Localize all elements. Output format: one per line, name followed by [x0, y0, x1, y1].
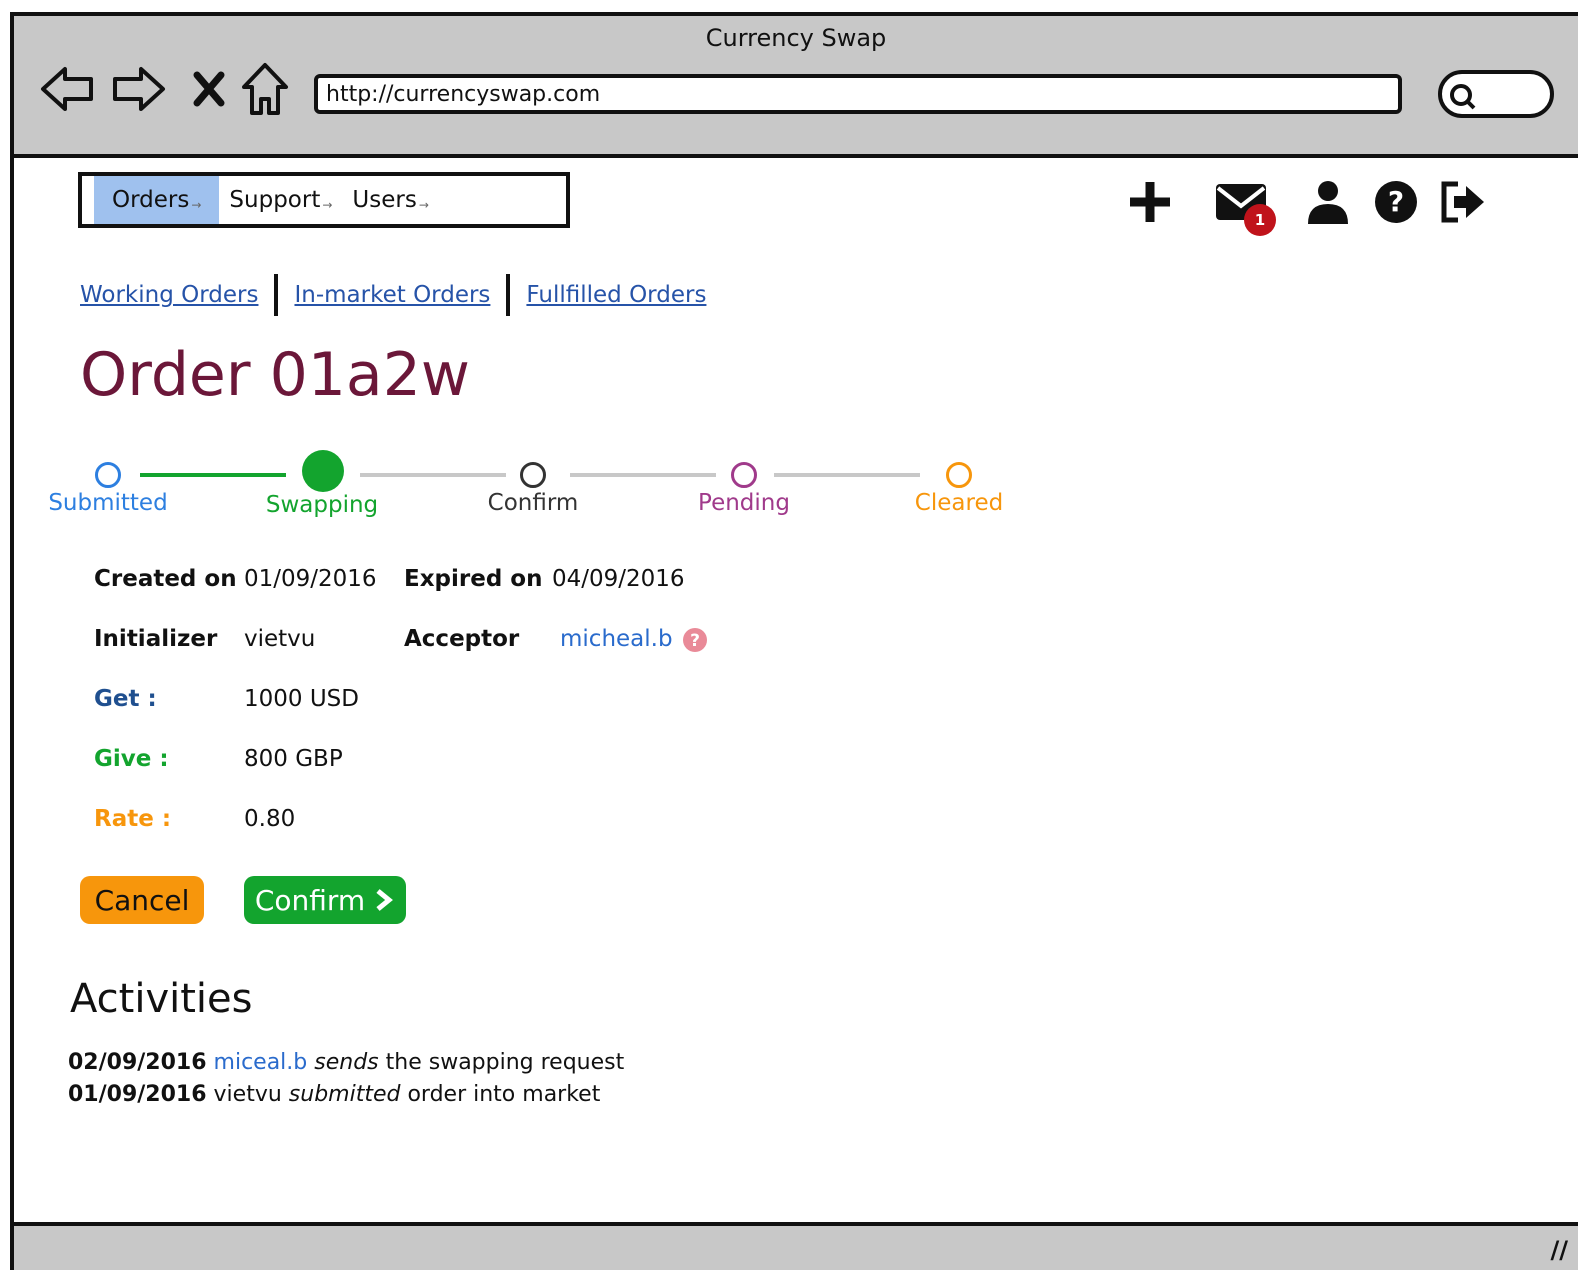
address-bar[interactable]: http://currencyswap.com [314, 74, 1402, 114]
search-icon [1450, 84, 1476, 110]
activity-item: 02/09/2016 miceal.b sends the swapping r… [68, 1050, 624, 1075]
home-icon [242, 63, 288, 115]
step-swapping-label: Swapping [265, 492, 379, 518]
window-title: Currency Swap [705, 24, 887, 52]
give-value: 800 GBP [244, 746, 343, 772]
help-icon: ? [1375, 181, 1417, 223]
tab-orders[interactable]: Orders → [94, 176, 220, 224]
question-icon: ? [682, 627, 707, 652]
expired-value: 04/09/2016 [552, 566, 685, 592]
help-button[interactable]: ? [1372, 178, 1424, 230]
step-cleared-label: Cleared [914, 490, 1004, 516]
main-nav: Orders → Support → Users → [78, 172, 570, 228]
status-bar: // [14, 1222, 1578, 1270]
working-orders-link[interactable]: Working Orders [80, 282, 258, 308]
user-icon [1308, 181, 1348, 224]
plus-icon [1130, 182, 1170, 222]
resize-grip-icon[interactable]: // [1550, 1236, 1568, 1264]
tab-users[interactable]: Users → [342, 176, 438, 224]
separator [506, 274, 511, 316]
search-field[interactable] [1438, 70, 1554, 118]
step-submitted-label: Submitted [48, 490, 168, 516]
cancel-button[interactable]: Cancel [80, 876, 204, 924]
activity-text: the swapping request [385, 1050, 625, 1075]
logout-button[interactable] [1438, 178, 1490, 230]
step-cleared-dot [946, 462, 972, 488]
step-submitted-dot [95, 462, 121, 488]
profile-button[interactable] [1306, 178, 1358, 230]
step-confirm-dot [520, 462, 546, 488]
fulfilled-orders-link[interactable]: Fullfilled Orders [526, 282, 706, 308]
tab-label: Orders [112, 187, 190, 213]
browser-chrome: Currency Swap http://currencyswap.com [14, 16, 1578, 158]
expired-label: Expired on [404, 566, 543, 592]
created-value: 01/09/2016 [244, 566, 377, 592]
acceptor-label: Acceptor [404, 626, 520, 652]
created-label: Created on [94, 566, 237, 592]
activity-user: vietvu [213, 1082, 282, 1107]
tab-support[interactable]: Support → [219, 176, 342, 224]
progress-line [360, 473, 506, 477]
step-pending-label: Pending [698, 490, 790, 516]
activity-user-link[interactable]: miceal.b [214, 1050, 308, 1075]
step-swapping-dot [302, 450, 344, 492]
progress-line [140, 473, 286, 477]
svg-text:?: ? [1388, 185, 1404, 218]
acceptor-value: micheal.b [560, 626, 673, 652]
activity-item: 01/09/2016 vietvu submitted order into m… [68, 1082, 600, 1107]
initializer-label: Initializer [94, 626, 218, 652]
back-arrow-icon [41, 67, 93, 111]
confirm-button[interactable]: Confirm [244, 876, 406, 924]
back-button[interactable] [38, 60, 96, 118]
progress-line [570, 473, 716, 477]
activity-date: 01/09/2016 [68, 1082, 207, 1107]
activity-date: 02/09/2016 [68, 1050, 207, 1075]
rate-value: 0.80 [244, 806, 296, 832]
page-title: Order 01a2w [80, 340, 470, 410]
tab-label: Support [229, 187, 321, 213]
activity-text: order into market [407, 1082, 601, 1107]
forward-button[interactable] [110, 60, 168, 118]
browser-window: Currency Swap http://currencyswap.com Or… [10, 12, 1578, 1270]
initializer-value: vietvu [244, 626, 316, 652]
acceptor-link[interactable]: micheal.b ? [560, 626, 708, 653]
tab-label: Users [352, 187, 417, 213]
step-pending-dot [731, 462, 757, 488]
home-button[interactable] [236, 60, 294, 118]
svg-text:?: ? [690, 631, 700, 651]
get-value: 1000 USD [244, 686, 359, 712]
progress-line [774, 473, 920, 477]
in-market-orders-link[interactable]: In-market Orders [294, 282, 490, 308]
logout-icon [1441, 181, 1484, 223]
give-label: Give : [94, 746, 169, 772]
close-icon [193, 71, 225, 107]
activity-verb: submitted [288, 1082, 401, 1107]
notification-badge: 1 [1244, 204, 1276, 236]
rate-label: Rate : [94, 806, 172, 832]
step-confirm-label: Confirm [487, 490, 579, 516]
activities-heading: Activities [70, 976, 253, 1022]
activity-verb: sends [314, 1050, 379, 1075]
url-text: http://currencyswap.com [326, 82, 601, 107]
chevron-right-icon [376, 889, 394, 911]
confirm-label: Confirm [254, 883, 366, 917]
separator [274, 274, 279, 316]
cancel-label: Cancel [94, 883, 190, 917]
forward-arrow-icon [113, 67, 165, 111]
order-progress: Submitted Swapping Confirm Pending Clear… [14, 432, 1114, 532]
orders-subnav: Working Orders In-market Orders Fullfill… [80, 274, 706, 316]
get-label: Get : [94, 686, 157, 712]
stop-button[interactable] [180, 60, 238, 118]
add-button[interactable] [1126, 178, 1178, 230]
